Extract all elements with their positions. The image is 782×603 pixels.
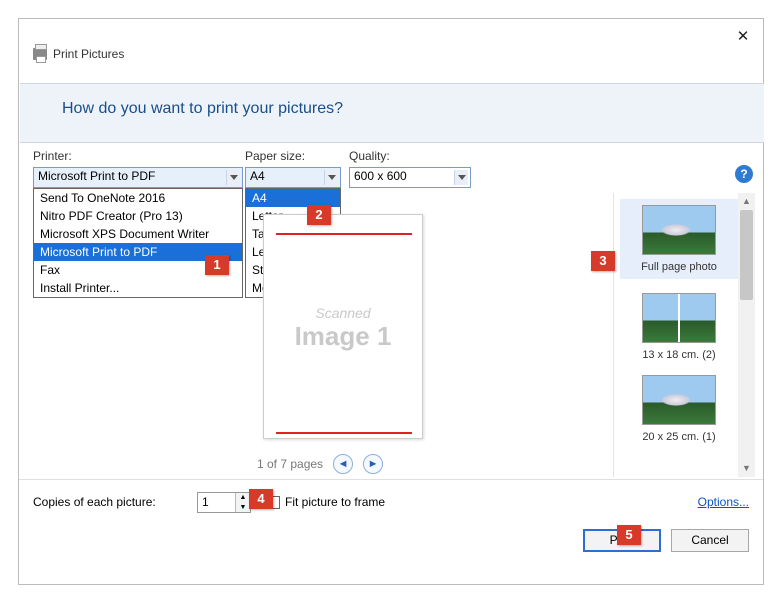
layout-label: 20 x 25 cm. (1) [620,431,738,443]
callout-3: 3 [591,251,615,271]
chevron-down-icon [226,170,240,185]
chevron-down-icon [324,170,338,185]
printer-option[interactable]: Install Printer... [34,279,242,297]
callout-2: 2 [307,205,331,225]
scroll-thumb[interactable] [740,210,753,300]
prompt-heading: How do you want to print your pictures? [62,100,343,118]
printer-dropdown[interactable]: Send To OneNote 2016Nitro PDF Creator (P… [33,188,243,298]
printer-combo[interactable]: Microsoft Print to PDF [33,167,243,188]
quality-combo[interactable]: 600 x 600 [349,167,471,188]
callout-1: 1 [205,255,229,275]
fit-label: Fit picture to frame [285,495,385,509]
pager: 1 of 7 pages ◄ ► [257,454,383,474]
paper-size-combo[interactable]: A4 [245,167,341,188]
paper-label: Paper size: [245,149,305,163]
layout-option[interactable]: Full page photo [620,199,738,279]
scroll-down-icon[interactable]: ▼ [738,460,755,477]
help-icon[interactable]: ? [735,165,753,183]
layout-thumbnail [642,205,716,255]
preview-top-marker [276,233,412,235]
next-page-button[interactable]: ► [363,454,383,474]
callout-5: 5 [617,525,641,545]
printer-option[interactable]: Nitro PDF Creator (Pro 13) [34,207,242,225]
printer-selected: Microsoft Print to PDF [38,169,155,183]
spin-up-icon[interactable]: ▲ [236,493,250,503]
triangle-right-icon: ► [368,458,379,470]
printer-option[interactable]: Send To OneNote 2016 [34,189,242,207]
preview-bottom-marker [276,432,412,434]
quality-selected: 600 x 600 [354,169,407,183]
print-pictures-dialog: ✕ Print Pictures How do you want to prin… [18,18,764,585]
page-preview: Scanned Image 1 [263,214,423,439]
close-icon[interactable]: ✕ [733,27,753,47]
copies-spinner[interactable]: 1 ▲ ▼ [197,492,251,513]
spin-down-icon[interactable]: ▼ [236,503,250,513]
printer-label: Printer: [33,149,72,163]
triangle-left-icon: ◄ [338,458,349,470]
banner: How do you want to print your pictures? [20,83,764,143]
layout-thumbnail [642,293,716,343]
printer-option[interactable]: Microsoft XPS Document Writer [34,225,242,243]
layout-option[interactable]: 20 x 25 cm. (1) [620,375,738,443]
layout-label: Full page photo [620,261,738,273]
copies-label: Copies of each picture: [33,495,156,509]
callout-4: 4 [249,489,273,509]
dialog-title-row: Print Pictures [33,47,124,61]
preview-watermark-2: Image 1 [264,321,422,352]
chevron-down-icon [454,170,468,185]
layout-thumbnail [642,375,716,425]
prev-page-button[interactable]: ◄ [333,454,353,474]
scroll-up-icon[interactable]: ▲ [738,193,755,210]
dialog-title: Print Pictures [53,47,124,61]
fit-to-frame-checkbox[interactable]: Fit picture to frame [267,495,385,509]
scrollbar[interactable]: ▲ ▼ [738,193,755,477]
paper-selected: A4 [250,169,265,183]
cancel-button[interactable]: Cancel [671,529,749,552]
preview-watermark-1: Scanned [264,305,422,321]
layout-label: 13 x 18 cm. (2) [620,349,738,361]
quality-label: Quality: [349,149,390,163]
layout-sidebar: Full page photo 13 x 18 cm. (2) 20 x 25 cm… [613,193,755,477]
separator [19,479,763,480]
copies-value: 1 [202,495,209,509]
pager-text: 1 of 7 pages [257,457,323,471]
options-link[interactable]: Options... [698,495,749,509]
layout-option[interactable]: 13 x 18 cm. (2) [620,293,738,361]
printer-icon [33,48,47,60]
